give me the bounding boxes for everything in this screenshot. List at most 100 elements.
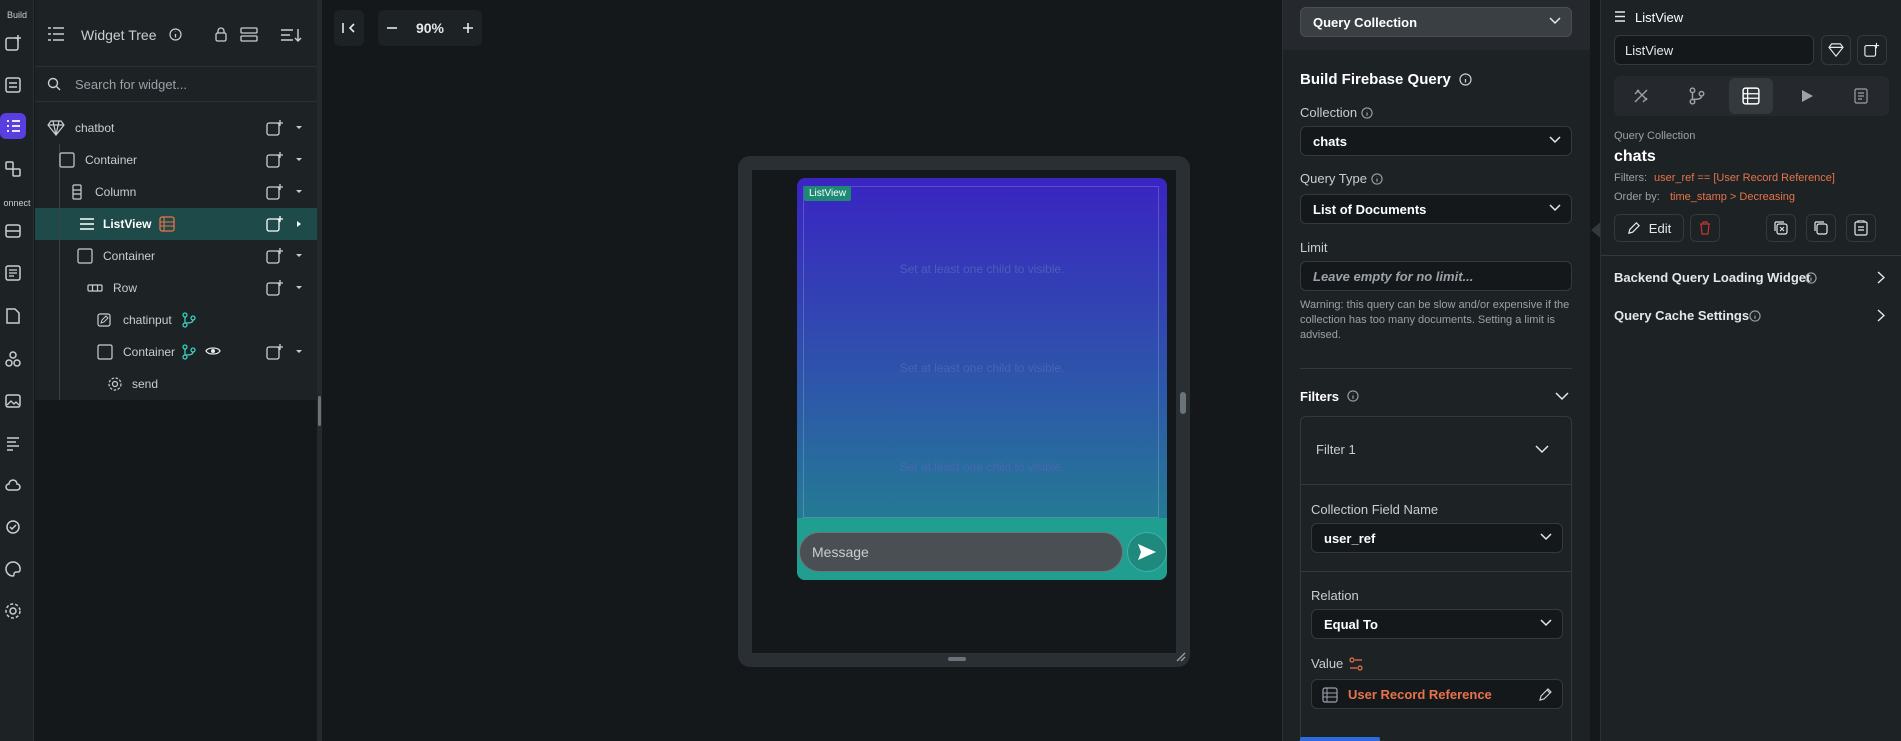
lock-icon[interactable]	[214, 27, 228, 42]
add-widget-button[interactable]	[1857, 35, 1887, 65]
tree-item-send[interactable]: send	[35, 368, 317, 400]
query-type-dropdown[interactable]: Query Collection	[1300, 7, 1572, 37]
edit-button[interactable]: Edit	[1614, 214, 1684, 242]
tree-item-chatinput[interactable]: chatinput	[35, 304, 317, 336]
tab-documentation[interactable]	[1839, 78, 1883, 114]
tree-resize-grip[interactable]	[318, 396, 321, 426]
tree-item-label: Row	[113, 281, 138, 295]
settings-rail-icon[interactable]	[0, 598, 26, 624]
empty-child-hint: Set at least one child to visible.	[899, 460, 1065, 474]
add-widget-rail-icon[interactable]	[0, 30, 26, 56]
tree-item-container[interactable]: Container	[35, 336, 317, 368]
diamond-button[interactable]	[1821, 35, 1851, 65]
caret-right-icon[interactable]	[295, 220, 303, 228]
tree-item-container[interactable]: Container	[35, 144, 317, 176]
widget-search-bar[interactable]: Search for widget...	[35, 66, 317, 102]
cloud-rail-icon[interactable]	[0, 472, 26, 498]
add-child-icon[interactable]	[265, 247, 285, 265]
variable-icon[interactable]	[1349, 657, 1363, 671]
info-icon[interactable]	[1347, 390, 1359, 402]
caret-down-icon[interactable]	[295, 252, 303, 260]
caret-down-icon[interactable]	[295, 124, 303, 132]
add-child-icon[interactable]	[265, 279, 285, 297]
components-rail-icon[interactable]	[0, 156, 26, 182]
message-input[interactable]: Message	[799, 532, 1123, 572]
add-child-icon[interactable]	[265, 151, 285, 169]
add-child-icon[interactable]	[265, 119, 285, 137]
collection-dropdown[interactable]: chats	[1300, 126, 1572, 156]
device-resize-bottom[interactable]	[948, 657, 966, 661]
send-button[interactable]	[1127, 532, 1167, 572]
tests-rail-icon[interactable]	[0, 514, 26, 540]
widget-search-input[interactable]: Search for widget...	[75, 77, 187, 92]
zoom-out-icon[interactable]	[386, 22, 398, 34]
theme-rail-icon[interactable]	[0, 556, 26, 582]
pages-rail-icon[interactable]	[0, 72, 26, 98]
visibility-eye-icon[interactable]	[205, 345, 221, 357]
chevron-down-icon	[1540, 619, 1552, 627]
layers-icon[interactable]	[240, 27, 258, 42]
limit-input[interactable]: Leave empty for no limit...	[1300, 261, 1572, 291]
filter-header[interactable]: Filter 1	[1301, 417, 1571, 485]
widget-type: ListView	[1635, 10, 1684, 25]
paste-button[interactable]	[1846, 214, 1876, 242]
caret-down-icon[interactable]	[295, 284, 303, 292]
text-rail-icon[interactable]	[0, 430, 26, 456]
firestore-rail-icon[interactable]	[0, 218, 26, 244]
container-icon	[59, 152, 75, 168]
tab-backend-query[interactable]	[1729, 78, 1773, 114]
add-child-icon[interactable]	[265, 183, 285, 201]
filters-label: Filters	[1300, 389, 1340, 404]
info-icon[interactable]	[1361, 107, 1373, 119]
tree-item-label: ListView	[103, 217, 152, 231]
info-icon[interactable]	[1805, 272, 1817, 284]
info-icon[interactable]	[1459, 73, 1472, 86]
info-icon[interactable]	[1371, 173, 1383, 185]
tree-item-label: chatbot	[75, 121, 115, 135]
device-resize-handle[interactable]	[1180, 392, 1186, 414]
edit-pencil-icon[interactable]	[1538, 687, 1553, 702]
caret-down-icon[interactable]	[295, 188, 303, 196]
filter-title: Filter 1	[1316, 442, 1356, 457]
list-rail-icon[interactable]	[0, 260, 26, 286]
backend-query-panel: Query Collection Build Firebase Query Co…	[1282, 0, 1591, 741]
copy-query-button[interactable]	[1766, 214, 1796, 242]
widget-name-input[interactable]: ListView	[1614, 35, 1814, 65]
info-icon[interactable]	[1749, 310, 1761, 322]
zoom-in-icon[interactable]	[462, 22, 474, 34]
value-text: User Record Reference	[1348, 686, 1492, 702]
add-child-icon[interactable]	[265, 215, 285, 233]
widget-tree-rail-icon[interactable]	[0, 113, 26, 139]
relation-dropdown[interactable]: Equal To	[1311, 609, 1563, 639]
duplicate-button[interactable]	[1806, 214, 1836, 242]
tab-actions[interactable]	[1675, 78, 1719, 114]
value-field[interactable]: User Record Reference	[1311, 679, 1563, 709]
tree-item-actions	[265, 279, 303, 297]
sort-icon[interactable]	[280, 28, 302, 42]
caret-down-icon[interactable]	[295, 348, 303, 356]
backend-loading-row[interactable]: Backend Query Loading Widget	[1601, 262, 1901, 294]
delete-button[interactable]	[1690, 214, 1720, 242]
tree-item-actions	[265, 151, 303, 169]
caret-down-icon[interactable]	[295, 156, 303, 164]
tree-item-column[interactable]: Column	[35, 176, 317, 208]
integrations-rail-icon[interactable]	[0, 346, 26, 372]
divider	[1301, 571, 1571, 572]
files-rail-icon[interactable]	[0, 303, 26, 329]
tab-properties[interactable]	[1619, 78, 1663, 114]
query-type-list-dropdown[interactable]: List of Documents	[1300, 194, 1572, 224]
tree-guide-line	[59, 272, 60, 304]
tree-item-row[interactable]: Row	[35, 272, 317, 304]
add-child-icon[interactable]	[265, 343, 285, 361]
tree-item-listview[interactable]: ListView	[35, 208, 317, 240]
widget-tree-title: Widget Tree	[81, 27, 157, 43]
collapse-panel-button[interactable]	[334, 10, 364, 46]
info-icon[interactable]	[169, 28, 182, 41]
chevron-down-icon[interactable]	[1555, 392, 1569, 401]
query-cache-row[interactable]: Query Cache Settings	[1601, 300, 1901, 332]
media-rail-icon[interactable]	[0, 388, 26, 414]
tree-item-chatbot[interactable]: chatbot	[35, 112, 317, 144]
field-name-dropdown[interactable]: user_ref	[1311, 523, 1563, 553]
tree-item-container[interactable]: Container	[35, 240, 317, 272]
tab-animations[interactable]	[1785, 78, 1829, 114]
